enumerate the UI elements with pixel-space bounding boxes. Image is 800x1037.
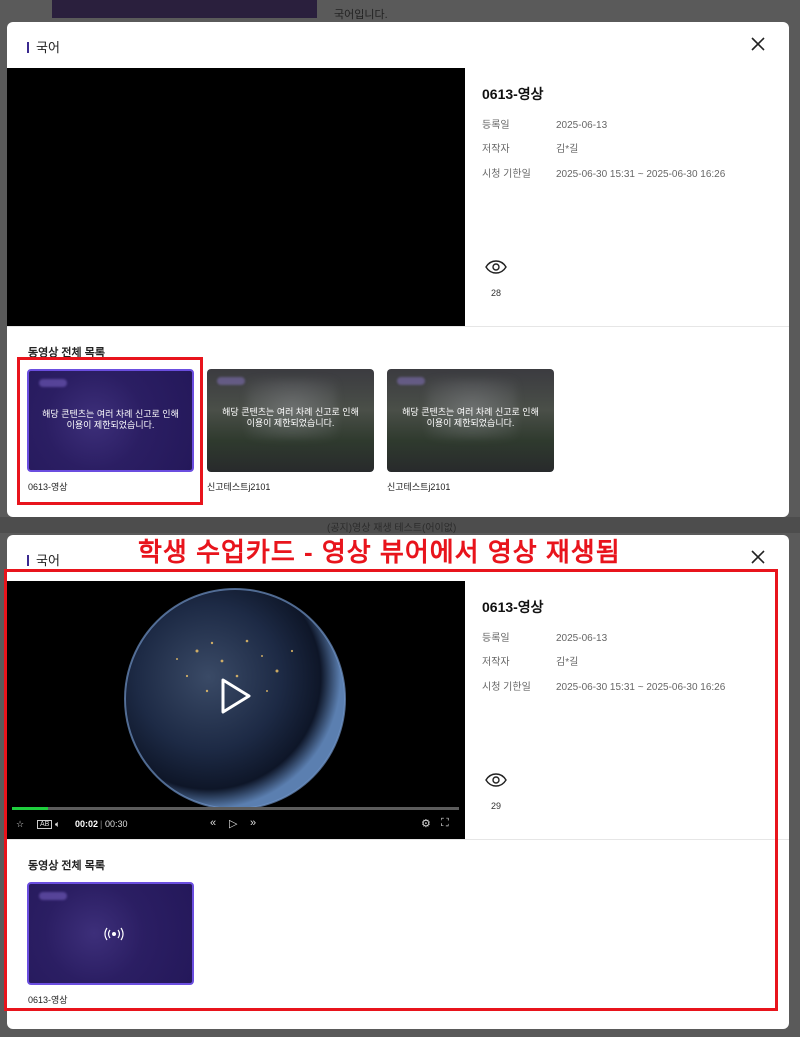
close-icon[interactable] xyxy=(751,550,765,564)
video-title: 0613-영상 xyxy=(482,86,544,102)
video-info: 0613-영상 등록일 2025-06-13 저작자 김*길 시청 기한일 2025-… xyxy=(482,68,782,326)
restricted-message: 해당 콘텐츠는 여러 차례 신고로 인해 이용이 제한되었습니다. xyxy=(222,407,359,428)
highlight-box xyxy=(4,569,778,1011)
view-count: 28 xyxy=(491,288,502,298)
author-row: 저작자 김*길 xyxy=(482,144,579,155)
video-thumbnail[interactable]: 해당 콘텐츠는 여러 차례 신고로 인해 이용이 제한되었습니다. xyxy=(207,369,374,472)
thumbnail-caption: 신고테스트j2101 xyxy=(207,482,271,492)
modal-title: 국어 xyxy=(27,37,60,56)
video-thumbnail[interactable]: 해당 콘텐츠는 여러 차례 신고로 인해 이용이 제한되었습니다. xyxy=(387,369,554,472)
modal-header: 국어 xyxy=(7,22,789,68)
video-player[interactable] xyxy=(7,68,465,326)
registered-row: 등록일 2025-06-13 xyxy=(482,120,608,131)
thumbnail-caption: 신고테스트j2101 xyxy=(387,482,451,492)
annotation-label: 학생 수업카드 - 영상 뷰어에서 영상 재생됨 xyxy=(138,537,621,567)
eye-icon xyxy=(485,260,507,274)
modal-title: 국어 xyxy=(27,550,60,569)
close-icon[interactable] xyxy=(751,37,765,51)
restricted-message: 해당 콘텐츠는 여러 차례 신고로 인해 이용이 제한되었습니다. xyxy=(402,407,539,428)
divider xyxy=(7,326,789,327)
period-row: 시청 기한일 2025-06-30 15:31 ~ 2025-06-30 16:2… xyxy=(482,169,726,180)
highlight-box xyxy=(17,357,203,505)
background-banner xyxy=(52,0,317,18)
background-text: 국어입니다. xyxy=(334,9,388,21)
